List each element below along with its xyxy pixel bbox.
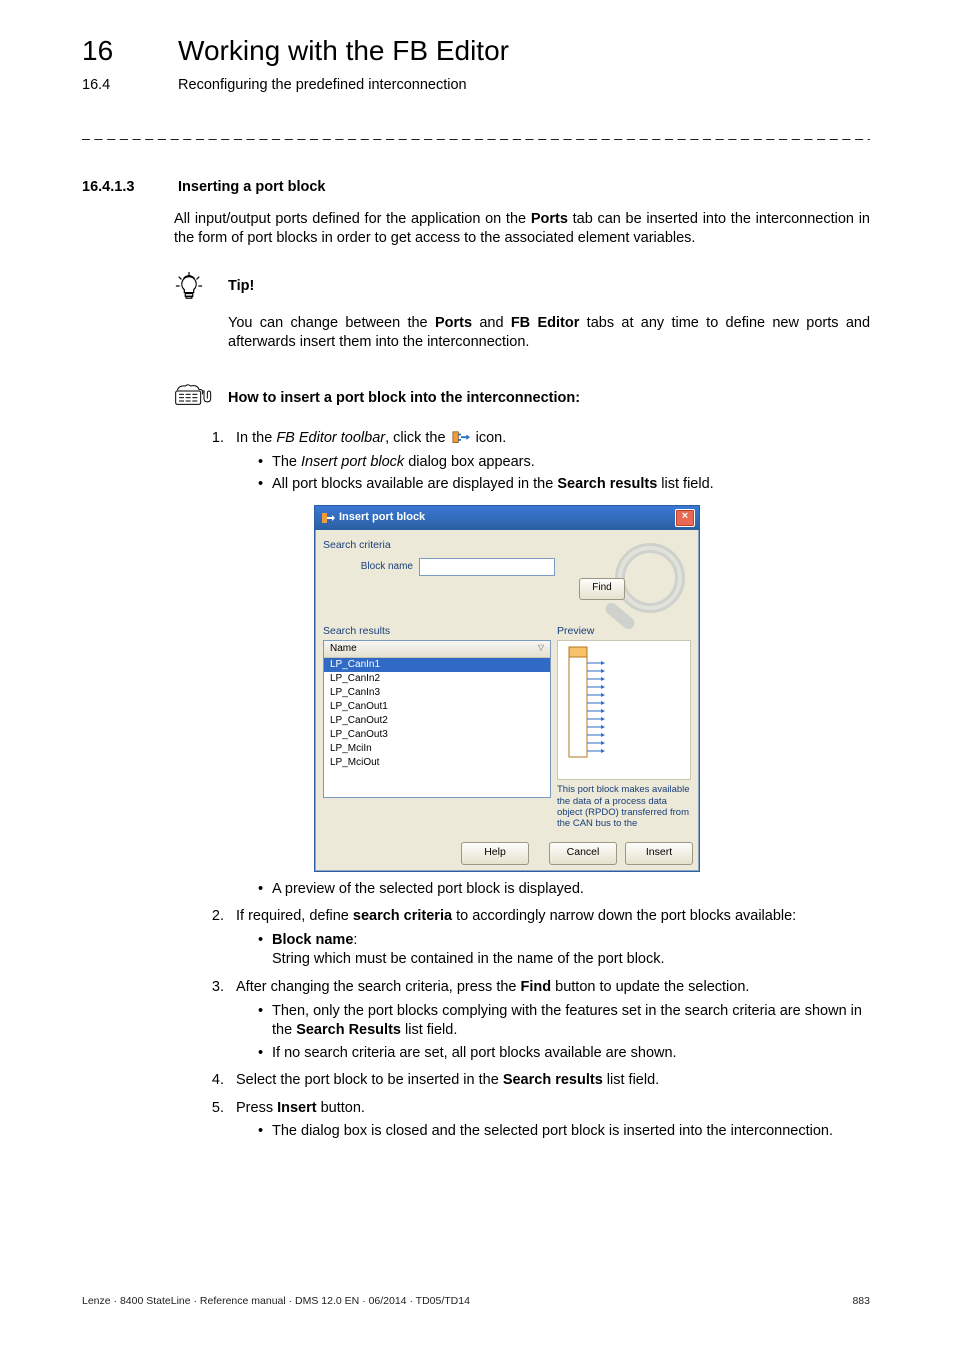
list-item[interactable]: LP_MciOut: [324, 756, 550, 770]
section-title: Reconfiguring the predefined interconnec…: [178, 76, 467, 96]
list-item[interactable]: LP_CanOut2: [324, 714, 550, 728]
page-footer: Lenze · 8400 StateLine · Reference manua…: [82, 1294, 870, 1308]
step-1-note-2: All port blocks available are displayed …: [258, 475, 870, 495]
divider: _ _ _ _ _ _ _ _ _ _ _ _ _ _ _ _ _ _ _ _ …: [82, 123, 870, 142]
dialog-titlebar: Insert port block ×: [315, 506, 699, 530]
intro-paragraph: All input/output ports defined for the a…: [174, 210, 870, 249]
section-number: 16.4: [82, 76, 174, 96]
list-item[interactable]: LP_CanIn1: [324, 658, 550, 672]
list-column-header[interactable]: Name▽: [324, 641, 550, 658]
subsection-heading: 16.4.1.3 Inserting a port block: [82, 178, 870, 198]
step-2-block-name: Block name: String which must be contain…: [258, 931, 870, 970]
footer-left: Lenze · 8400 StateLine · Reference manua…: [82, 1294, 470, 1308]
subsection-title: Inserting a port block: [178, 178, 325, 198]
chapter-number: 16: [82, 32, 174, 70]
search-results-list[interactable]: Name▽ LP_CanIn1 LP_CanIn2 LP_CanIn3 LP_C…: [323, 640, 551, 798]
dialog-title: Insert port block: [339, 510, 425, 525]
cancel-button[interactable]: Cancel: [549, 842, 617, 865]
procedure-icon: [174, 383, 220, 416]
step-5: Press Insert button. The dialog box is c…: [228, 1099, 870, 1142]
search-results-label: Search results: [323, 624, 551, 638]
step-1-note-3: A preview of the selected port block is …: [258, 880, 870, 900]
howto-heading: How to insert a port block into the inte…: [228, 389, 580, 409]
dialog-title-icon: [321, 511, 335, 525]
insert-port-block-toolbar-icon: [452, 430, 470, 444]
step-1-note-1: The Insert port block dialog box appears…: [258, 453, 870, 473]
step-2: If required, define search criteria to a…: [228, 907, 870, 970]
insert-button[interactable]: Insert: [625, 842, 693, 865]
list-item[interactable]: LP_CanOut1: [324, 700, 550, 714]
lightbulb-icon: [174, 271, 214, 308]
chapter-title: Working with the FB Editor: [178, 32, 509, 70]
step-1: In the FB Editor toolbar, click the icon…: [228, 429, 870, 899]
list-item[interactable]: LP_CanOut3: [324, 728, 550, 742]
page-header: 16 Working with the FB Editor 16.4 Recon…: [82, 32, 870, 95]
howto-heading-row: How to insert a port block into the inte…: [174, 383, 870, 416]
tip-block: Tip!: [174, 271, 870, 308]
steps-list: In the FB Editor toolbar, click the icon…: [174, 429, 870, 1142]
tip-label: Tip!: [228, 277, 254, 297]
step-3-note-2: If no search criteria are set, all port …: [258, 1044, 870, 1064]
list-item[interactable]: LP_CanIn3: [324, 686, 550, 700]
step-3: After changing the search criteria, pres…: [228, 978, 870, 1063]
preview-caption: This port block makes available the data…: [557, 784, 691, 830]
port-block-preview-icon: [562, 645, 612, 761]
list-item[interactable]: LP_MciIn: [324, 742, 550, 756]
step-3-note-1: Then, only the port blocks complying wit…: [258, 1002, 870, 1041]
subsection-number: 16.4.1.3: [82, 178, 174, 198]
preview-panel: [557, 640, 691, 780]
page-number: 883: [852, 1294, 870, 1308]
help-button[interactable]: Help: [461, 842, 529, 865]
step-5-note-1: The dialog box is closed and the selecte…: [258, 1122, 870, 1142]
list-item[interactable]: LP_CanIn2: [324, 672, 550, 686]
insert-port-block-dialog: Insert port block × Search criteria Bloc…: [314, 505, 700, 872]
block-name-label: Block name: [351, 560, 413, 574]
tip-body: You can change between the Ports and FB …: [228, 314, 870, 353]
step-4: Select the port block to be inserted in …: [228, 1071, 870, 1091]
close-icon[interactable]: ×: [675, 509, 695, 527]
block-name-input[interactable]: [419, 558, 555, 576]
find-button[interactable]: Find: [579, 578, 625, 600]
